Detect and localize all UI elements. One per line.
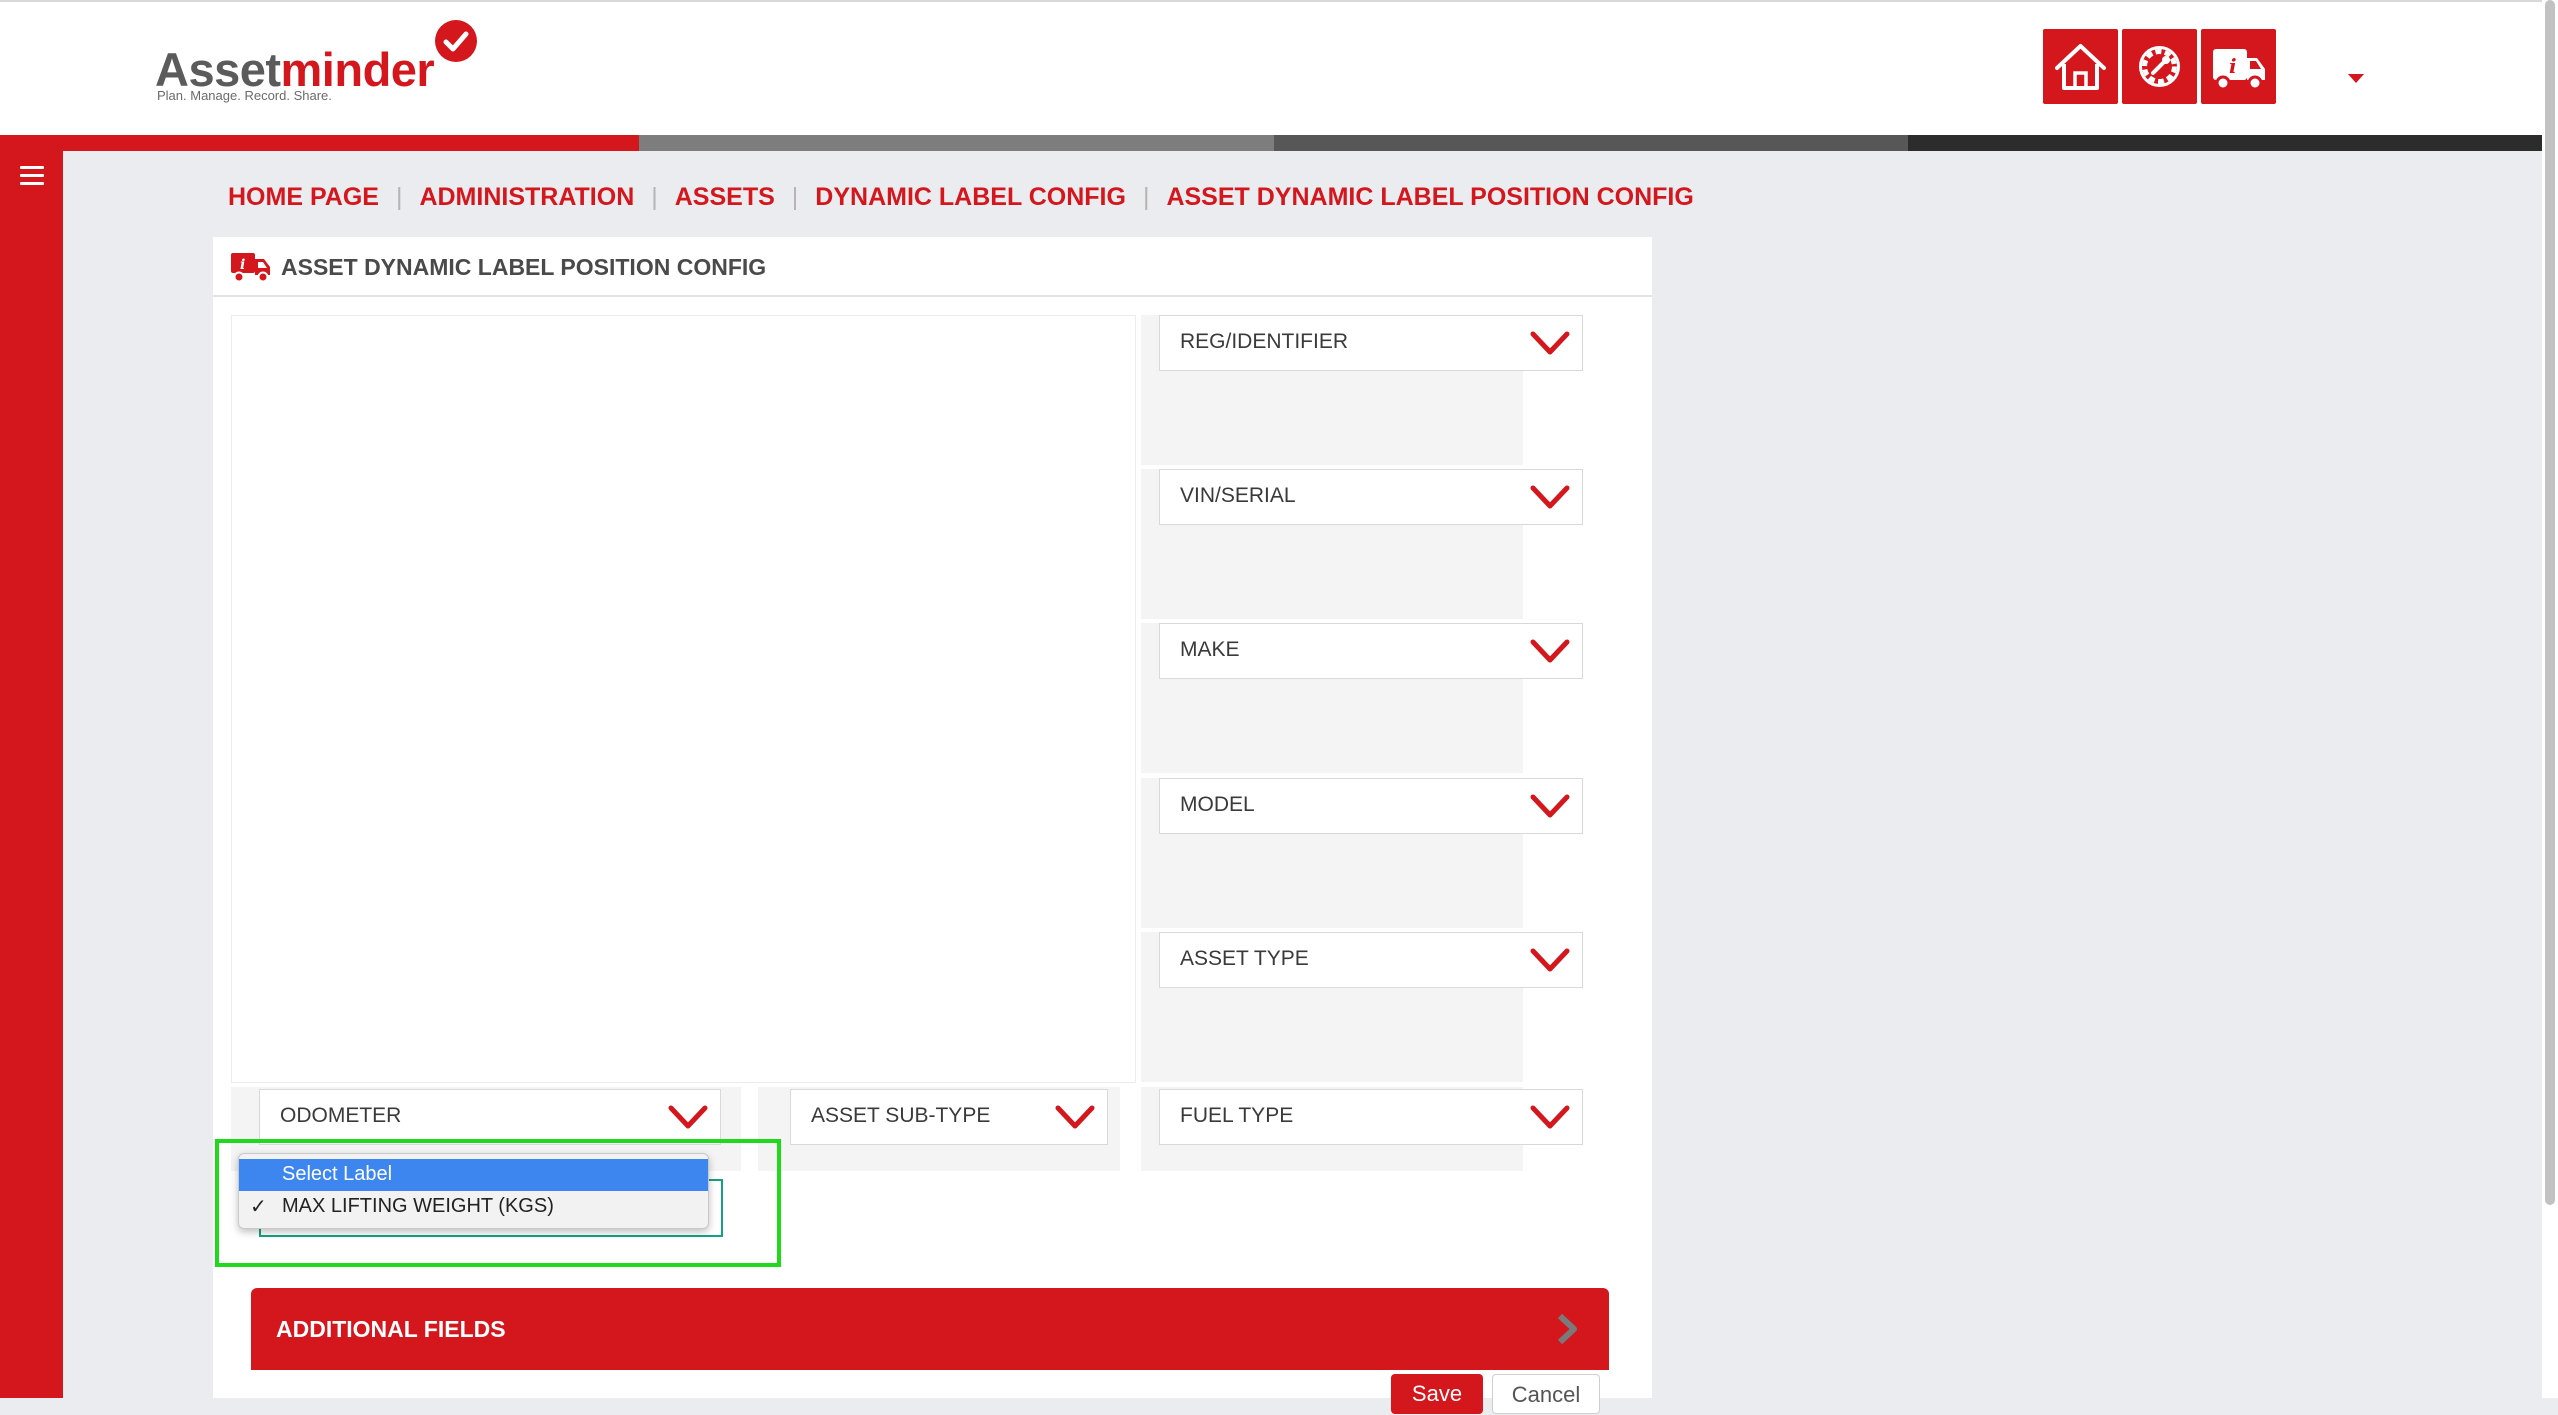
chevron-down-icon (1530, 1105, 1570, 1129)
svg-text:i: i (240, 257, 245, 273)
select-value: MAKE (1180, 638, 1240, 661)
position-cell: REG/IDENTIFIER (1141, 315, 1583, 465)
asset-image-area (231, 315, 1136, 1083)
top-header: Assetminder Plan. Manage. Record. Share.… (0, 0, 2542, 135)
dropdown-option-max-lifting-weight[interactable]: ✓ MAX LIFTING WEIGHT (KGS) (239, 1191, 708, 1223)
label-select-asset-sub-type[interactable]: ASSET SUB-TYPE (790, 1089, 1108, 1145)
hamburger-menu-icon[interactable] (20, 166, 44, 186)
gear-wrench-icon (2139, 46, 2180, 87)
select-value: ODOMETER (280, 1104, 402, 1127)
label-select-model[interactable]: MODEL (1159, 778, 1583, 834)
select-value: ASSET TYPE (1180, 947, 1309, 970)
label-select-vin-serial[interactable]: VIN/SERIAL (1159, 469, 1583, 525)
info-truck-icon: i (2213, 49, 2265, 91)
cancel-button[interactable]: Cancel (1492, 1374, 1600, 1414)
breadcrumb-separator: | (1142, 182, 1150, 211)
position-cell: MODEL (1141, 778, 1583, 928)
breadcrumb-separator: | (791, 182, 799, 211)
label-select-make[interactable]: MAKE (1159, 623, 1583, 679)
sidebar (0, 151, 63, 1398)
breadcrumb-administration[interactable]: ADMINISTRATION (419, 183, 634, 212)
asset-info-button[interactable]: i (2201, 29, 2276, 104)
breadcrumb-separator: | (395, 182, 403, 211)
header-stripe-darkgray (1274, 135, 1908, 151)
select-value: FUEL TYPE (1180, 1104, 1294, 1127)
position-cell: ASSET TYPE (1141, 932, 1583, 1082)
position-cell: FUEL TYPE (1141, 1087, 1583, 1171)
select-value: MODEL (1180, 793, 1255, 816)
chevron-down-icon (1530, 485, 1570, 509)
breadcrumb: HOME PAGE | ADMINISTRATION | ASSETS | DY… (228, 179, 1694, 215)
header-stripe-black (1908, 135, 2542, 151)
label-dropdown-menu[interactable]: Select Label ✓ MAX LIFTING WEIGHT (KGS) (238, 1153, 709, 1229)
position-cell: VIN/SERIAL (1141, 469, 1583, 619)
breadcrumb-dynamic-label-config[interactable]: DYNAMIC LABEL CONFIG (815, 183, 1126, 212)
home-icon (2055, 44, 2106, 90)
chevron-right-icon (1557, 1313, 1577, 1345)
position-cell: MAKE (1141, 623, 1583, 773)
select-value: REG/IDENTIFIER (1180, 330, 1349, 353)
breadcrumb-assets[interactable]: ASSETS (675, 183, 775, 212)
page-scrollbar-thumb[interactable] (2545, 0, 2555, 1205)
option-label: MAX LIFTING WEIGHT (KGS) (282, 1195, 554, 1217)
assetminder-logo[interactable]: Assetminder Plan. Manage. Record. Share. (155, 20, 485, 110)
label-select-reg-identifier[interactable]: REG/IDENTIFIER (1159, 315, 1583, 371)
settings-button[interactable] (2122, 29, 2197, 104)
label-select-odometer[interactable]: ODOMETER (259, 1089, 721, 1145)
panel-header: i ASSET DYNAMIC LABEL POSITION CONFIG (213, 237, 1652, 297)
user-menu-caret-icon[interactable] (2348, 74, 2364, 83)
chevron-down-icon (1055, 1105, 1095, 1129)
chevron-down-icon (1530, 639, 1570, 663)
logo-check-icon (435, 20, 477, 62)
breadcrumb-home[interactable]: HOME PAGE (228, 183, 379, 212)
chevron-down-icon (1530, 794, 1570, 818)
logo-tagline: Plan. Manage. Record. Share. (157, 88, 332, 103)
panel-title: ASSET DYNAMIC LABEL POSITION CONFIG (281, 254, 767, 280)
home-button[interactable] (2043, 29, 2118, 104)
additional-fields-accordion[interactable]: ADDITIONAL FIELDS (251, 1288, 1609, 1370)
header-stripe-red (0, 135, 639, 151)
option-label: Select Label (282, 1163, 393, 1185)
chevron-down-icon (1530, 948, 1570, 972)
label-select-asset-type[interactable]: ASSET TYPE (1159, 932, 1583, 988)
additional-fields-title: ADDITIONAL FIELDS (276, 1316, 506, 1342)
select-value: ASSET SUB-TYPE (811, 1104, 991, 1127)
svg-text:i: i (2229, 54, 2237, 78)
label-select-fuel-type[interactable]: FUEL TYPE (1159, 1089, 1583, 1145)
chevron-down-icon (1530, 331, 1570, 355)
position-cell: ASSET SUB-TYPE (758, 1087, 1120, 1171)
header-stripe-gray (639, 135, 1274, 151)
chevron-down-icon (668, 1105, 708, 1129)
breadcrumb-separator: | (651, 182, 658, 211)
checkmark-icon: ✓ (250, 1196, 267, 1218)
breadcrumb-current-page[interactable]: ASSET DYNAMIC LABEL POSITION CONFIG (1166, 183, 1693, 212)
dropdown-option-select-label[interactable]: Select Label (239, 1159, 708, 1191)
truck-icon: i (231, 253, 270, 283)
save-button[interactable]: Save (1391, 1374, 1483, 1414)
select-value: VIN/SERIAL (1180, 484, 1296, 507)
